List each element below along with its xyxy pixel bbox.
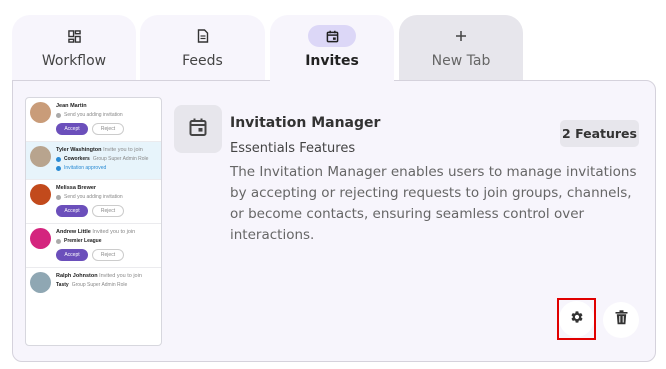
avatar [30, 272, 51, 293]
tab-label: New Tab [431, 53, 491, 69]
avatar [30, 228, 51, 249]
tab-invites[interactable]: Invites [270, 15, 394, 81]
feature-preview-image: Jean Martin Send you adding invitation A… [25, 97, 162, 346]
tab-label: Feeds [182, 53, 223, 69]
preview-name: Jean Martin [56, 103, 87, 109]
calendar-icon [188, 117, 208, 142]
document-icon [179, 25, 227, 47]
preview-line: Send you adding invitation [56, 111, 157, 120]
accept-button: Accept [56, 205, 88, 217]
tab-new[interactable]: New Tab [399, 15, 523, 81]
list-item: Andrew Little Invited you to join Premie… [26, 224, 161, 268]
avatar [30, 146, 51, 167]
reject-button: Reject [92, 249, 124, 261]
list-item: Jean Martin Send you adding invitation A… [26, 98, 161, 142]
features-count-badge: 2 Features [560, 120, 639, 147]
accept-button: Accept [56, 123, 88, 135]
reject-button: Reject [92, 123, 124, 135]
list-item: Melissa Brewer Send you adding invitatio… [26, 180, 161, 224]
feature-description: The Invitation Manager enables users to … [230, 164, 637, 243]
avatar [30, 102, 51, 123]
calendar-icon [308, 25, 356, 47]
feature-title: Invitation Manager [230, 115, 381, 131]
feature-icon-box [174, 105, 222, 153]
list-item: Tyler Washington Invite you to join Cowo… [26, 142, 161, 180]
plus-icon [437, 25, 485, 47]
list-item: Ralph Johnston Invited you to join Tasty… [26, 268, 161, 296]
gear-icon [570, 310, 584, 329]
tab-label: Invites [305, 53, 359, 69]
tab-feeds[interactable]: Feeds [140, 15, 265, 81]
tab-label: Workflow [41, 53, 107, 69]
accept-button: Accept [56, 249, 88, 261]
reject-button: Reject [92, 205, 124, 217]
avatar [30, 184, 51, 205]
preview-name: Melissa Brewer [56, 185, 97, 191]
trash-icon [615, 310, 628, 330]
settings-button[interactable] [557, 298, 596, 340]
tab-workflow[interactable]: Workflow [12, 15, 136, 81]
dashboard-icon [50, 25, 98, 47]
delete-button[interactable] [603, 302, 639, 338]
feature-subtitle: Essentials Features [230, 141, 356, 156]
